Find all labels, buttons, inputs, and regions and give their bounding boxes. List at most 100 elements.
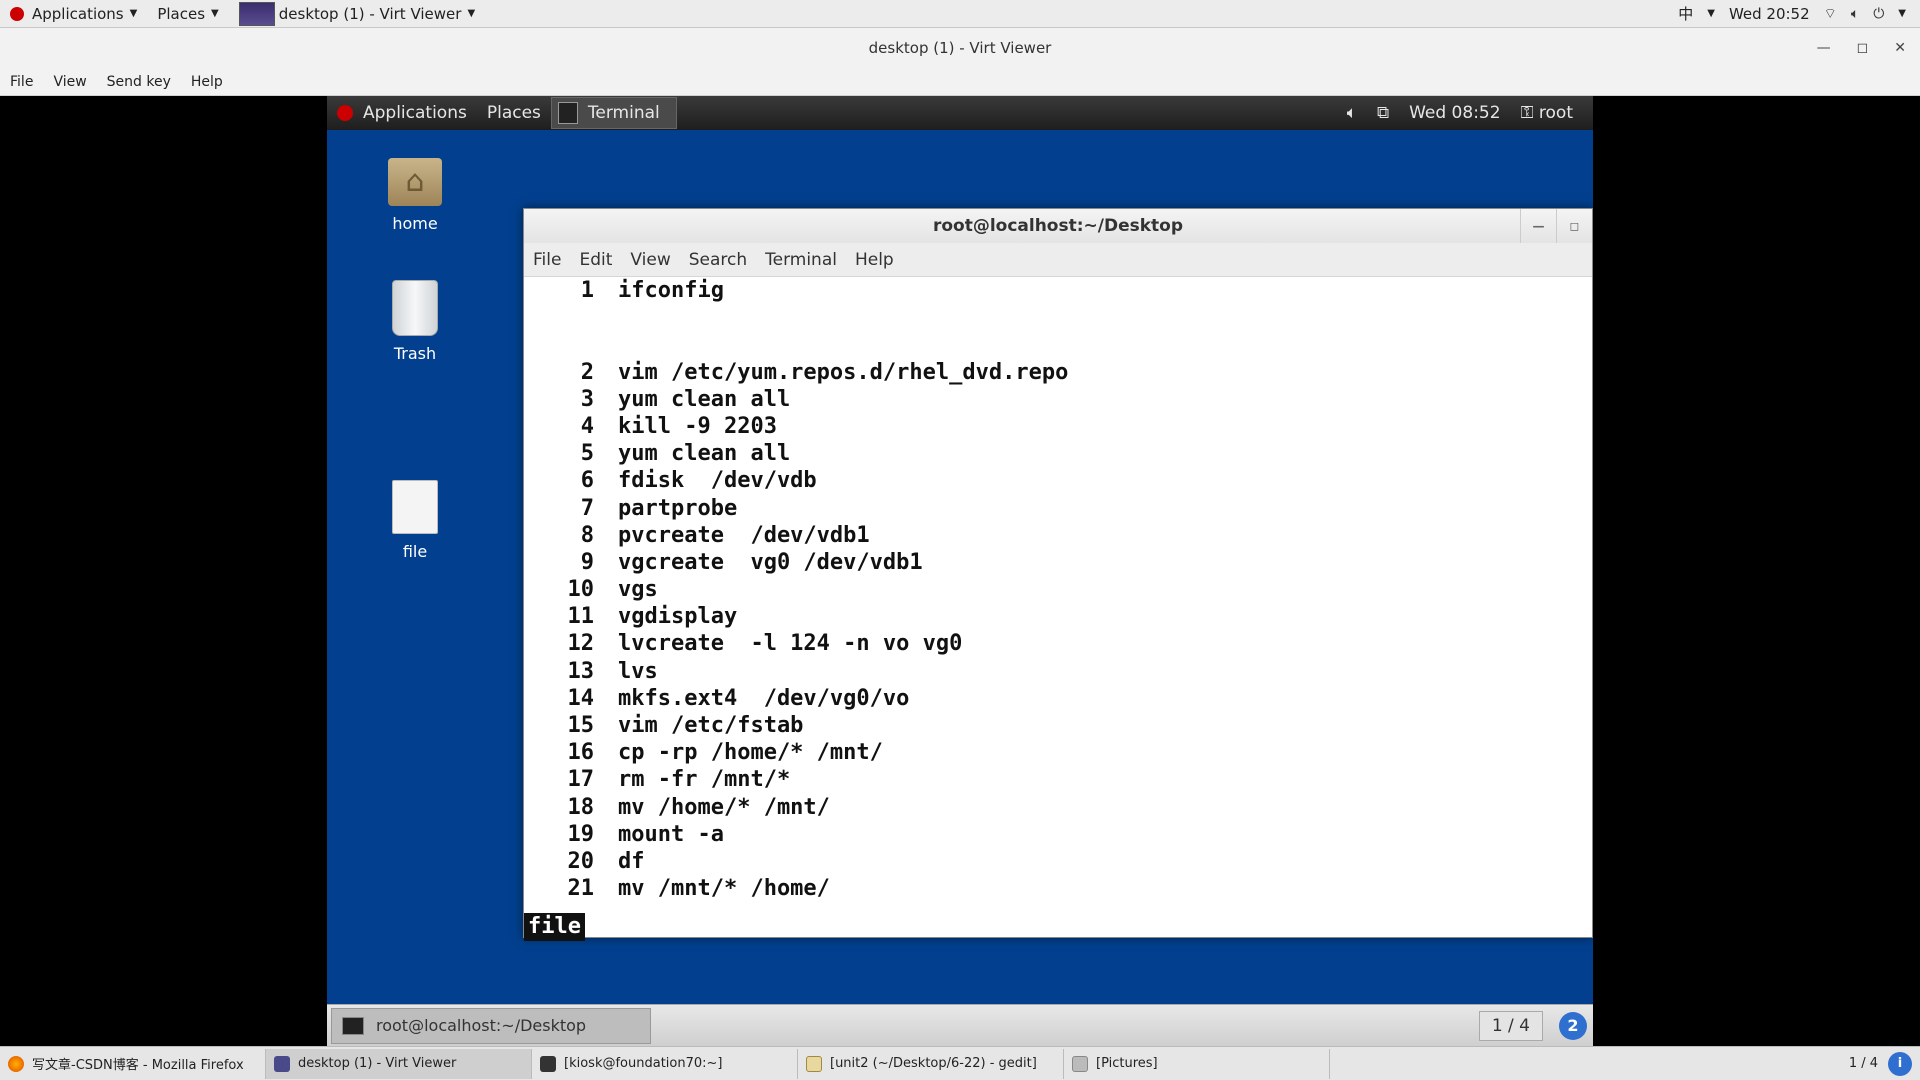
maximize-icon[interactable]: ◻ [1857,40,1869,56]
history-line: 4 kill -9 2203 [524,413,1592,440]
viewer-menu-file[interactable]: File [0,74,43,90]
volume-icon[interactable]: 🔈︎ [1851,6,1859,22]
terminal-menubar: File Edit View Search Terminal Help [524,243,1592,277]
desktop-icon-trash-label: Trash [393,344,437,363]
history-number: 8 [580,522,594,548]
history-line: 5 yum clean all [524,440,1592,467]
guest-bottom-panel: root@localhost:~/Desktop 1 / 4 2 [327,1004,1593,1046]
guest-applications-label: Applications [363,103,467,123]
terminal-menu-terminal[interactable]: Terminal [756,250,846,270]
firefox-icon [8,1055,24,1072]
guest-taskbar-terminal-label: root@localhost:~/Desktop [376,1016,587,1035]
history-number: 4 [580,413,594,439]
history-line: 6 fdisk /dev/vdb [524,467,1592,494]
power-icon[interactable]: ⏻ [1873,6,1884,22]
volume-icon[interactable]: 🔈︎ [1347,103,1357,123]
terminal-window[interactable]: root@localhost:~/Desktop — ◻ File Edit V… [523,208,1593,941]
host-places-menu[interactable]: Places ▼ [147,0,228,28]
file-icon [392,480,438,534]
viewer-menu-view[interactable]: View [43,74,96,90]
chevron-down-icon[interactable]: ▼ [1898,8,1906,19]
terminal-menu-search[interactable]: Search [680,250,756,270]
desktop-icon-home-label: home [392,214,438,233]
history-command: mv /mnt/* /home/ [618,876,830,902]
history-line: 2 vim /etc/yum.repos.d/rhel_dvd.repo [524,359,1592,386]
maximize-icon[interactable]: ◻ [1556,209,1592,243]
history-command: vgcreate vg0 /dev/vdb1 [618,549,923,575]
terminal-menu-view[interactable]: View [621,250,679,270]
history-number: 20 [567,848,595,874]
folder-icon [1072,1055,1088,1072]
home-folder-icon [388,158,442,206]
history-number [524,331,594,358]
workspace-switcher[interactable]: 1 / 4 [1478,1010,1543,1041]
host-applications-menu[interactable]: Applications ▼ [0,0,147,28]
host-applications-label: Applications [32,4,124,23]
viewer-menu-send-key[interactable]: Send key [97,74,181,90]
history-command: vim /etc/fstab [618,713,804,738]
terminal-icon [342,1016,364,1035]
guest-places-menu[interactable]: Places [477,96,551,130]
terminal-output[interactable]: 1 ifconfig 2 vim /etc/yum.repos.d/rhel_dvd… [524,277,1592,941]
chevron-down-icon: ▼ [467,8,476,19]
terminal-menu-help[interactable]: Help [846,250,903,270]
history-command: yum clean all [618,441,791,467]
wifi-icon[interactable]: ⌔ [1824,5,1837,23]
history-line [524,304,1592,331]
notification-badge-icon[interactable]: 2 [1559,1011,1587,1040]
guest-top-panel: Applications Places Terminal 🔈︎ ⧉ Wed 08… [327,96,1593,130]
history-line: 18 mv /home/* /mnt/ [524,794,1592,821]
history-number: 16 [567,740,595,766]
viewer-title-bar: desktop (1) - Virt Viewer — ◻ ✕ [0,28,1920,68]
history-number: 9 [580,549,594,575]
desktop-icon-home[interactable]: home [365,158,465,233]
history-command: yum clean all [618,386,791,412]
history-command: ifconfig [618,278,724,303]
guest-applications-menu[interactable]: Applications [327,96,477,130]
host-task-pictures[interactable]: [Pictures] [1064,1048,1330,1079]
host-workspace-switcher[interactable]: 1 / 4 [1849,1056,1878,1071]
guest-clock[interactable]: Wed 08:52 [1409,103,1500,123]
history-command: rm -fr /mnt/* [618,767,791,793]
history-command: lvcreate -l 124 -n vo vg0 [618,631,963,657]
host-task-virt-viewer[interactable]: desktop (1) - Virt Viewer [266,1048,532,1079]
viewer-menu-help[interactable]: Help [181,74,233,90]
network-icon[interactable]: ⧉ [1377,103,1389,123]
history-number: 14 [567,685,595,711]
host-task-gedit[interactable]: [unit2 (~/Desktop/6-22) - gedit] [798,1048,1064,1079]
desktop-icon-file[interactable]: file [365,480,465,561]
guest-terminal-task[interactable]: Terminal [550,97,677,129]
chevron-down-icon: ▼ [1707,8,1715,19]
host-clock[interactable]: Wed 20:52 [1729,5,1810,23]
history-line: 14 mkfs.ext4 /dev/vg0/vo [524,685,1592,712]
history-command: vim /etc/yum.repos.d/rhel_dvd.repo [618,359,1069,385]
history-number: 17 [567,767,595,793]
history-line: 15 vim /etc/fstab [524,712,1592,739]
guest-taskbar-terminal[interactable]: root@localhost:~/Desktop [331,1007,651,1044]
chevron-down-icon: ▼ [129,8,138,19]
terminal-title-bar[interactable]: root@localhost:~/Desktop — ◻ [524,209,1592,243]
user-menu[interactable]: ⚿ root [1521,103,1573,123]
host-task-terminal[interactable]: [kiosk@foundation70:~] [532,1048,798,1079]
host-task-firefox[interactable]: 写文章-CSDN博客 - Mozilla Firefox [0,1048,266,1079]
history-line: 21 mv /mnt/* /home/ [524,875,1592,902]
history-command: kill -9 2203 [618,413,777,439]
history-number [524,304,594,331]
history-number: 3 [580,386,594,412]
history-line: 16 cp -rp /home/* /mnt/ [524,739,1592,766]
history-line: 8 pvcreate /dev/vdb1 [524,522,1592,549]
redhat-icon [337,105,353,121]
host-window-task[interactable]: desktop (1) - Virt Viewer ▼ [229,0,485,28]
info-icon[interactable]: i [1888,1051,1912,1076]
input-method-indicator[interactable]: 中 [1678,3,1693,24]
minimize-icon[interactable]: — [1520,209,1556,243]
desktop-icon-trash[interactable]: Trash [365,280,465,363]
history-line: 10 vgs [524,576,1592,603]
close-icon[interactable]: ✕ [1894,40,1906,56]
terminal-menu-file[interactable]: File [524,250,570,270]
guest-display[interactable]: Applications Places Terminal 🔈︎ ⧉ Wed 08… [327,96,1593,1046]
history-number: 19 [567,821,595,847]
history-number: 21 [567,876,595,902]
terminal-menu-edit[interactable]: Edit [570,250,621,270]
minimize-icon[interactable]: — [1817,40,1831,56]
